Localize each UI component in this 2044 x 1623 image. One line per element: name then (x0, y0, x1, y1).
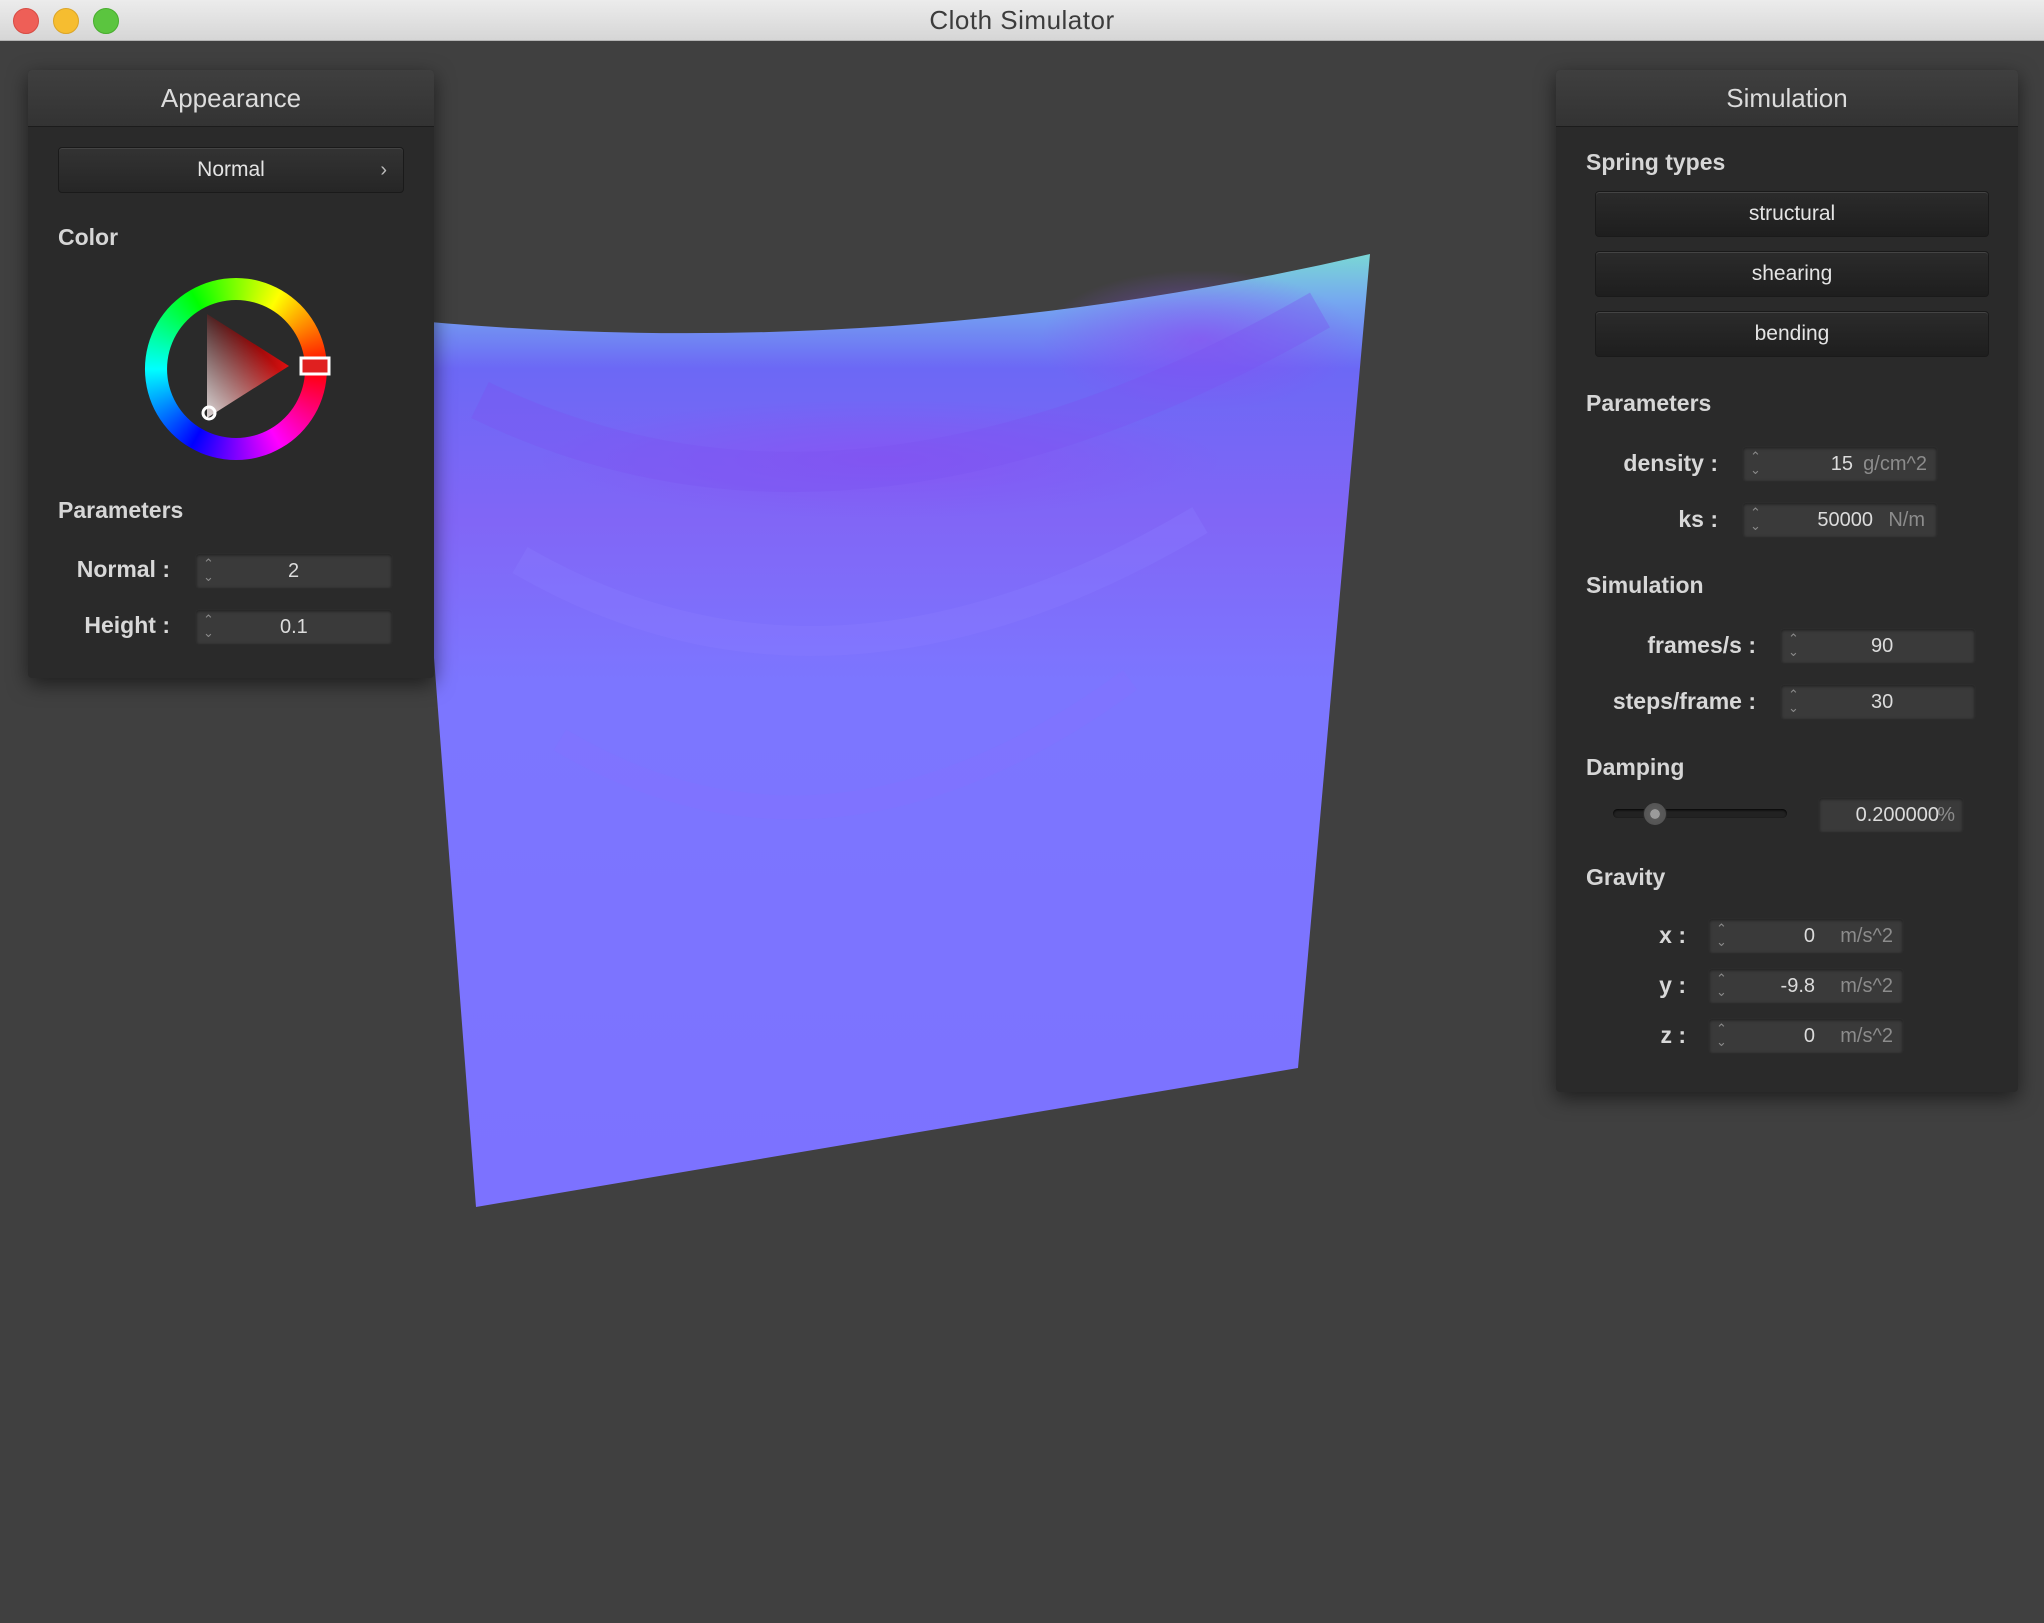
steps-input[interactable]: ⌃ ⌄ 30 (1780, 684, 1976, 720)
gravity-x-unit: m/s^2 (1840, 925, 1893, 947)
gravity-z-unit: m/s^2 (1840, 1025, 1893, 1047)
structural-spring-toggle[interactable]: structural (1595, 191, 1989, 237)
gravity-y-unit: m/s^2 (1840, 975, 1893, 997)
ks-input[interactable]: ⌃ ⌄ 50000 N/m (1742, 502, 1938, 538)
gravity-x-input[interactable]: ⌃ ⌄ 0 m/s^2 (1708, 918, 1904, 954)
density-unit: g/cm^2 (1863, 453, 1927, 475)
spinner-icon[interactable]: ⌃ ⌄ (203, 613, 214, 639)
spinner-icon[interactable]: ⌃ ⌄ (203, 557, 214, 583)
appearance-parameters-label: Parameters (58, 497, 184, 523)
bending-spring-toggle[interactable]: bending (1595, 311, 1989, 357)
spinner-icon[interactable]: ⌃ ⌄ (1750, 506, 1761, 532)
ks-label: ks : (1678, 506, 1718, 532)
fps-input[interactable]: ⌃ ⌄ 90 (1780, 628, 1976, 664)
height-value: 0.1 (280, 616, 308, 638)
gravity-x-value: 0 (1803, 925, 1815, 947)
color-triangle-tint (207, 314, 289, 418)
gravity-z-label: z : (1660, 1022, 1686, 1048)
height-label: Height : (84, 612, 170, 638)
normal-input[interactable]: ⌃ ⌄ 2 (195, 553, 393, 589)
spring-types-label: Spring types (1586, 149, 1726, 175)
spinner-icon[interactable]: ⌃ ⌄ (1716, 1022, 1727, 1048)
damping-unit: % (1937, 804, 1955, 826)
density-input[interactable]: ⌃ ⌄ 15 g/cm^2 (1742, 446, 1938, 482)
shader-select-button[interactable]: Normal › (58, 147, 404, 193)
damping-label: Damping (1586, 754, 1685, 780)
fps-value: 90 (1871, 635, 1894, 657)
steps-label: steps/frame : (1612, 688, 1756, 714)
ks-value: 50000 (1817, 509, 1873, 531)
height-input[interactable]: ⌃ ⌄ 0.1 (195, 609, 393, 645)
density-label: density : (1623, 450, 1718, 476)
gravity-z-value: 0 (1803, 1025, 1815, 1047)
gravity-x-label: x : (1659, 922, 1686, 948)
shader-select-label: Normal (197, 158, 265, 181)
fps-label: frames/s : (1647, 632, 1756, 658)
simulation-panel-title: Simulation (1556, 70, 2018, 127)
hue-ring-handle[interactable] (299, 356, 331, 376)
spinner-icon[interactable]: ⌃ ⌄ (1716, 972, 1727, 998)
spinner-icon[interactable]: ⌃ ⌄ (1788, 632, 1799, 658)
window-title: Cloth Simulator (929, 5, 1115, 35)
simulation-parameters-label: Parameters (1586, 390, 1712, 416)
damping-value: 0.200000 (1855, 804, 1939, 826)
damping-input[interactable]: 0.200000 % (1818, 797, 1964, 833)
spinner-icon[interactable]: ⌃ ⌄ (1750, 450, 1761, 476)
chevron-right-icon: › (380, 159, 387, 181)
gravity-y-label: y : (1659, 972, 1686, 998)
gravity-y-input[interactable]: ⌃ ⌄ -9.8 m/s^2 (1708, 968, 1904, 1004)
normal-label: Normal : (76, 556, 170, 582)
simulation-section-label: Simulation (1586, 572, 1704, 598)
density-value: 15 (1830, 453, 1853, 475)
title-bar: Cloth Simulator (0, 0, 2044, 41)
gravity-y-value: -9.8 (1780, 975, 1815, 997)
color-wheel[interactable] (141, 274, 331, 464)
ks-unit: N/m (1888, 509, 1925, 531)
spinner-icon[interactable]: ⌃ ⌄ (1716, 922, 1727, 948)
gravity-z-input[interactable]: ⌃ ⌄ 0 m/s^2 (1708, 1018, 1904, 1054)
steps-value: 30 (1871, 691, 1894, 713)
appearance-panel-title: Appearance (28, 70, 434, 127)
damping-slider[interactable] (1613, 802, 1787, 826)
normal-value: 2 (288, 560, 300, 582)
color-label: Color (58, 224, 119, 250)
gravity-label: Gravity (1586, 864, 1666, 890)
shearing-spring-toggle[interactable]: shearing (1595, 251, 1989, 297)
spinner-icon[interactable]: ⌃ ⌄ (1788, 688, 1799, 714)
